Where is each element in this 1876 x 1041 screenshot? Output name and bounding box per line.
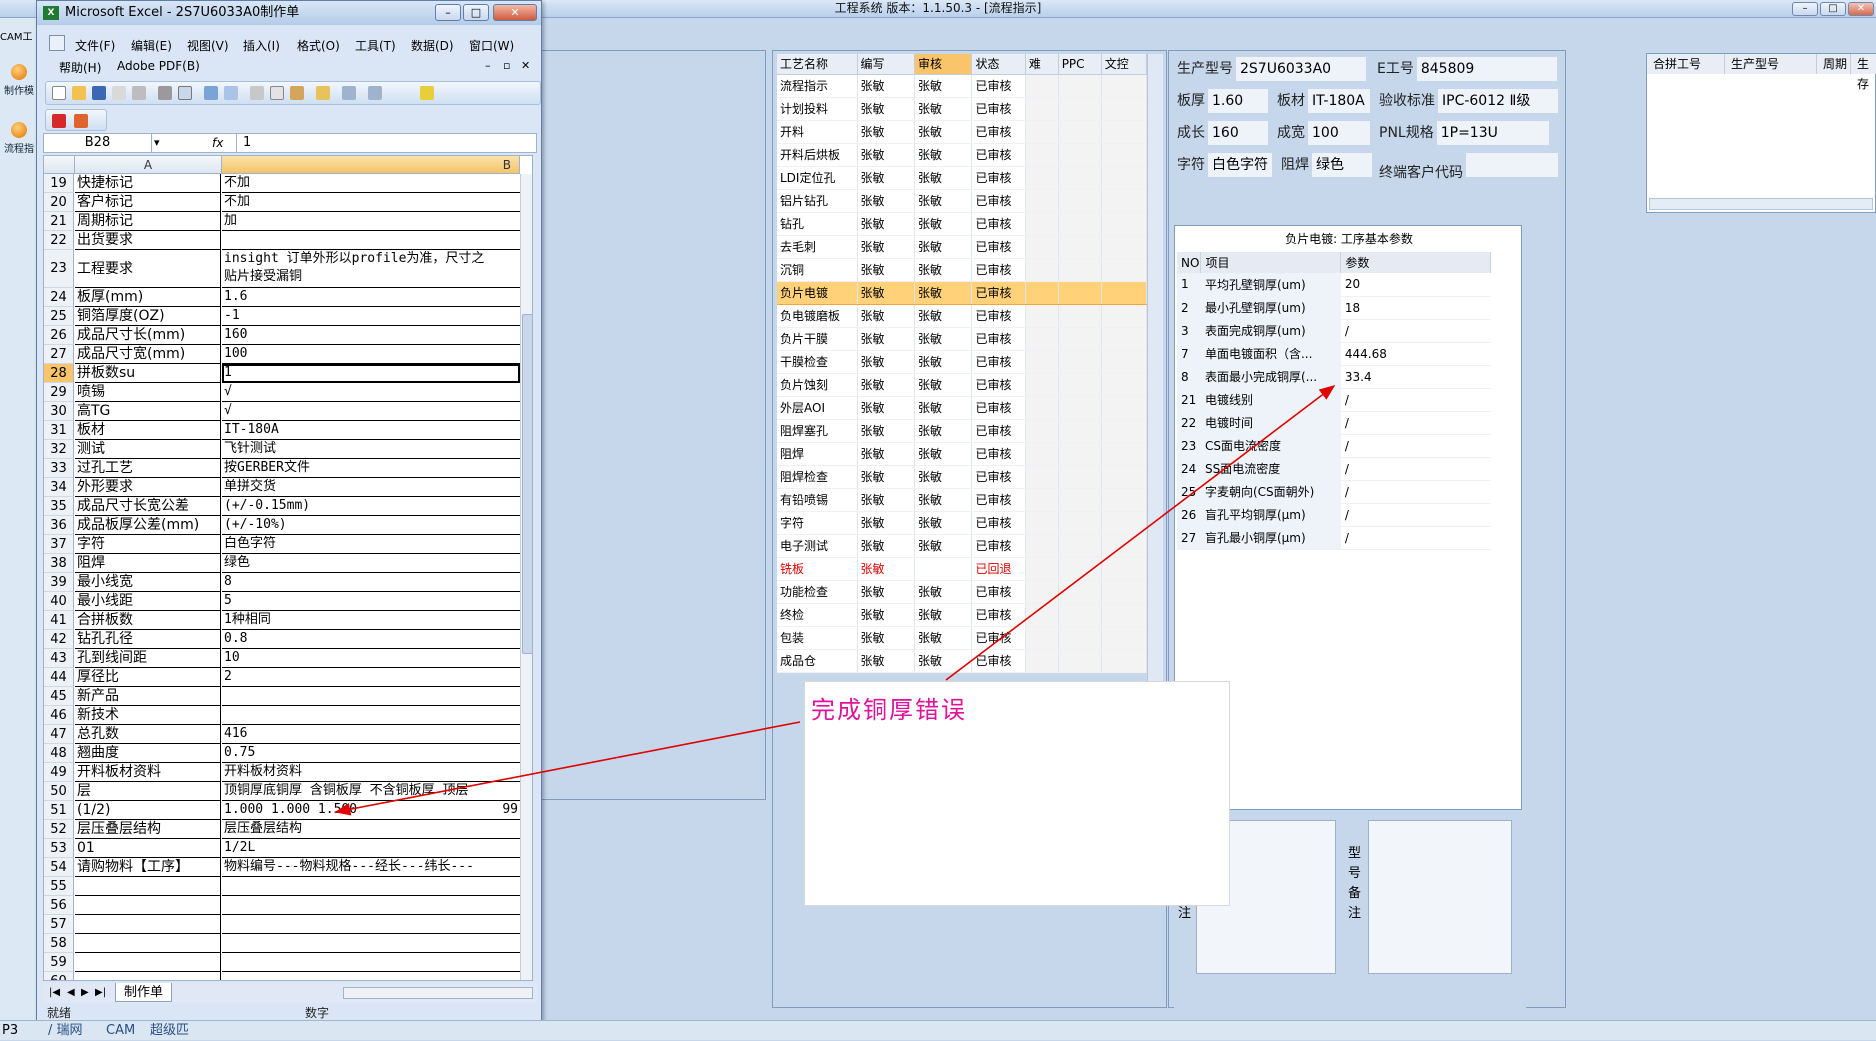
bottom-item-cam[interactable]: CAM (106, 1021, 135, 1041)
arrow-to-param-value (945, 385, 1336, 681)
annotation-arrows (334, 385, 1336, 816)
bottom-item-ruiwang[interactable]: / 瑞网 (48, 1021, 83, 1041)
bottom-status-strip: P3 / 瑞网 CAM 超级匹 (0, 1020, 1876, 1040)
arrow-to-excel-row (334, 721, 801, 816)
bottom-item-p3[interactable]: P3 (2, 1021, 18, 1041)
bottom-item-super[interactable]: 超级匹 (150, 1021, 189, 1041)
